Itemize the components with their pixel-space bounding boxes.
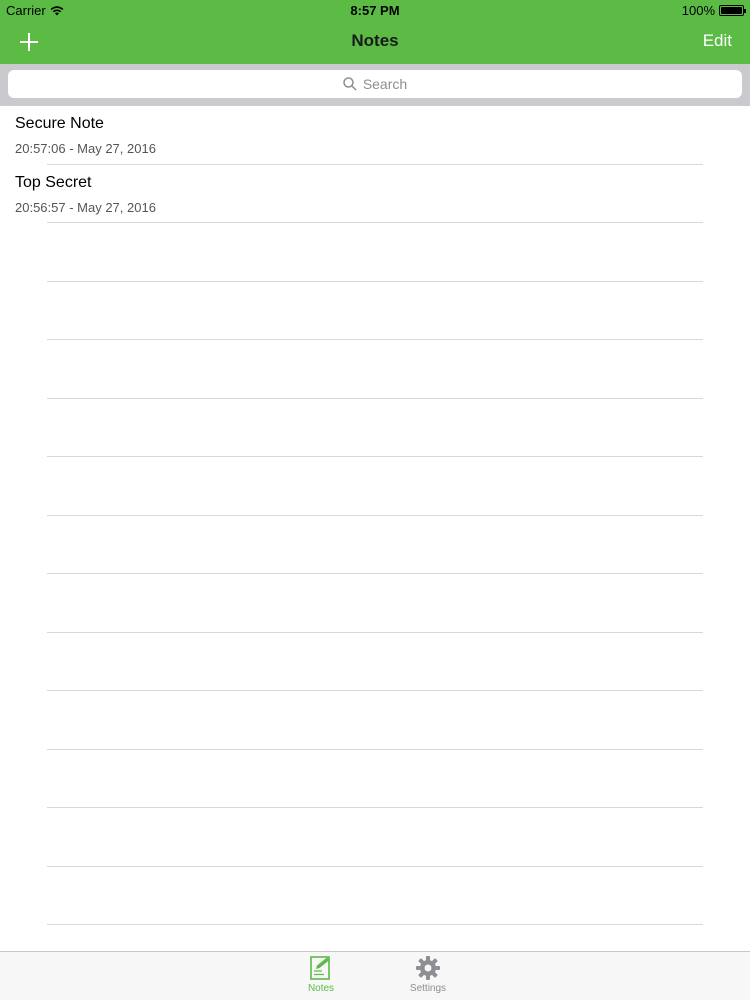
row-divider: [47, 924, 703, 925]
status-bar: Carrier 8:57 PM 100%: [0, 0, 750, 22]
note-date: 20:57:06 - May 27, 2016: [15, 141, 156, 156]
battery-icon: [719, 5, 746, 16]
empty-row: [0, 516, 750, 574]
empty-row: [0, 691, 750, 750]
empty-rows: [0, 223, 750, 925]
list-item[interactable]: Top Secret 20:56:57 - May 27, 2016: [0, 165, 750, 223]
search-icon: [343, 77, 357, 91]
tab-bar: Notes Settings: [0, 951, 750, 1000]
tab-settings[interactable]: Settings: [398, 955, 458, 999]
list-item[interactable]: Secure Note 20:57:06 - May 27, 2016: [0, 106, 750, 165]
empty-row: [0, 340, 750, 399]
gear-icon: [416, 956, 440, 980]
empty-row: [0, 457, 750, 516]
battery-indicator: 100%: [681, 3, 746, 18]
empty-row: [0, 282, 750, 340]
search-placeholder: Search: [362, 76, 408, 92]
notes-screen: Carrier 8:57 PM 100% Notes Edit Search S…: [0, 0, 750, 1000]
note-title: Secure Note: [15, 115, 104, 132]
empty-row: [0, 574, 750, 633]
note-title: Top Secret: [15, 173, 92, 191]
empty-row: [0, 867, 750, 925]
tab-label: Notes: [307, 983, 335, 994]
tab-label: Settings: [409, 983, 447, 994]
battery-percent: 100%: [681, 3, 715, 18]
note-edit-icon: [310, 956, 330, 980]
notes-list: Secure Note 20:57:06 - May 27, 2016 Top …: [0, 106, 750, 223]
empty-row: [0, 750, 750, 808]
empty-row: [0, 633, 750, 691]
empty-row: [0, 399, 750, 457]
empty-row: [0, 808, 750, 867]
empty-row: [0, 223, 750, 282]
tab-notes[interactable]: Notes: [291, 955, 351, 999]
page-title: Notes: [351, 31, 399, 50]
navigation-bar: Notes Edit: [0, 22, 750, 64]
search-input[interactable]: Search: [8, 70, 742, 98]
edit-button[interactable]: Edit: [703, 31, 732, 51]
note-date: 20:56:57 - May 27, 2016: [15, 199, 156, 215]
status-time: 8:57 PM: [350, 3, 400, 18]
search-bar: Search: [0, 64, 750, 106]
